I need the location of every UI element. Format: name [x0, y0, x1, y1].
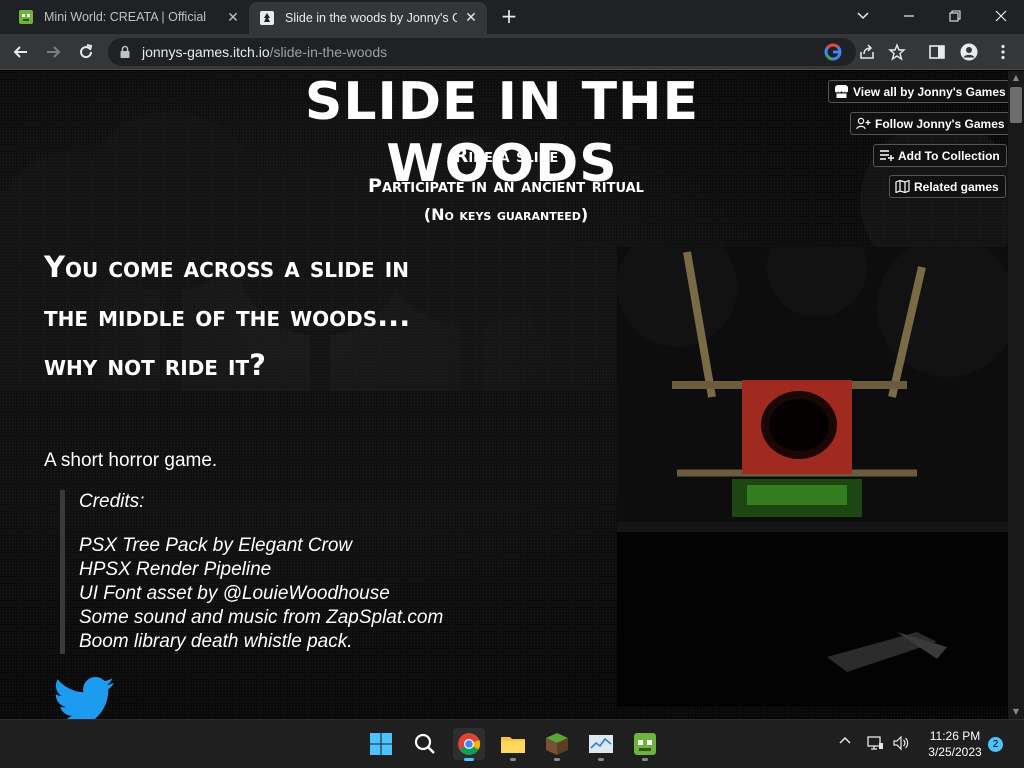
folder-icon [501, 737, 525, 753]
system-clock[interactable]: 11:26 PM 3/25/2023 [918, 728, 992, 760]
side-panel-icon[interactable] [928, 43, 946, 61]
credit-item: PSX Tree Pack by Elegant Crow [79, 535, 353, 556]
tab-slide-in-the-woods[interactable]: Slide in the woods by Jonny's Games ✕ [249, 2, 487, 34]
url-path: /slide-in-the-woods [269, 44, 388, 60]
credit-item: Boom library death whistle pack. [79, 631, 353, 652]
tagline-keys: (No keys guaranteed) [423, 205, 589, 224]
close-tab-icon[interactable]: ✕ [463, 9, 479, 25]
new-tab-button[interactable]: + [498, 5, 520, 27]
tab-search-chevron-icon[interactable] [840, 0, 886, 34]
follow-button[interactable]: Follow Jonny's Games [850, 112, 1008, 135]
kebab-menu-icon[interactable] [994, 43, 1012, 61]
share-icon[interactable] [858, 43, 876, 61]
url-text[interactable]: jonnys-games.itch.io/slide-in-the-woods [142, 44, 387, 60]
twitter-icon[interactable] [54, 677, 116, 719]
add-user-icon [856, 117, 871, 130]
scrollbar-thumb[interactable] [1010, 87, 1022, 123]
chrome-icon [458, 733, 481, 755]
page-viewport: SLIDE IN THE WOODS Ride a slide Particip… [0, 71, 1008, 719]
chrome-taskbar-app[interactable] [453, 728, 485, 761]
game-favicon-icon [260, 11, 274, 25]
minecraft-taskbar-app[interactable] [541, 728, 573, 761]
tab-mini-world[interactable]: Mini World: CREATA | Official ✕ [0, 0, 249, 34]
credits-heading: Credits: [79, 491, 145, 512]
tab-title: Mini World: CREATA | Official [44, 10, 207, 24]
tab-title: Slide in the woods by Jonny's Games [285, 11, 457, 25]
lock-icon[interactable] [118, 45, 132, 59]
monitor-taskbar-app[interactable] [585, 728, 617, 761]
reload-button[interactable] [73, 39, 99, 65]
start-button[interactable] [365, 728, 397, 760]
clock-time: 11:26 PM [929, 729, 981, 743]
running-indicator [598, 758, 604, 761]
forward-button[interactable] [40, 39, 66, 65]
add-to-collection-label: Add To Collection [898, 148, 1000, 163]
follow-label: Follow Jonny's Games [875, 116, 1005, 131]
view-all-label: View all by Jonny's Games [853, 84, 1006, 99]
running-indicator [642, 758, 648, 761]
back-button[interactable] [8, 39, 34, 65]
intro-line: the middle of the woods... [44, 299, 411, 333]
map-icon [895, 180, 910, 193]
restore-button[interactable] [932, 0, 978, 34]
notification-badge[interactable]: 2 [988, 737, 1003, 752]
page-scrollbar[interactable]: ▲ ▼ [1008, 71, 1024, 719]
close-tab-icon[interactable]: ✕ [225, 9, 241, 25]
google-icon[interactable] [824, 43, 842, 61]
clock-date: 3/25/2023 [928, 745, 982, 759]
view-all-button[interactable]: View all by Jonny's Games [828, 80, 1008, 103]
windows-taskbar: 11:26 PM 3/25/2023 2 [0, 719, 1024, 768]
running-indicator [510, 758, 516, 761]
intro-line: You come across a slide in [44, 250, 409, 284]
running-indicator [554, 758, 560, 761]
windows-icon [370, 733, 392, 755]
mini-world-favicon-icon [19, 10, 33, 24]
profile-avatar-icon[interactable] [960, 43, 978, 61]
volume-icon[interactable] [892, 734, 910, 752]
related-games-button[interactable]: Related games [889, 175, 1006, 198]
scroll-down-arrow-icon[interactable]: ▼ [1008, 705, 1024, 719]
short-description: A short horror game. [44, 450, 218, 471]
game-screenshot [617, 247, 1008, 707]
close-window-button[interactable] [978, 0, 1024, 34]
intro-text: You come across a slide in the middle of… [44, 243, 504, 390]
network-icon[interactable] [866, 734, 884, 752]
itchio-icon [835, 85, 848, 98]
credit-item: UI Font asset by @LouieWoodhouse [79, 583, 390, 604]
related-games-label: Related games [914, 179, 999, 194]
search-icon [414, 733, 435, 754]
address-bar[interactable]: jonnys-games.itch.io/slide-in-the-woods [108, 38, 874, 66]
active-indicator [464, 758, 474, 761]
show-hidden-icons-chevron-icon[interactable] [836, 734, 854, 752]
credit-item: HPSX Render Pipeline [79, 559, 272, 580]
scroll-up-arrow-icon[interactable]: ▲ [1008, 71, 1024, 85]
minimize-button[interactable] [886, 0, 932, 34]
tagline-ritual: Participate in an ancient ritual [368, 175, 644, 197]
tab-strip: Mini World: CREATA | Official ✕ Slide in… [0, 0, 1024, 34]
file-explorer-taskbar-app[interactable] [497, 728, 529, 761]
search-button[interactable] [409, 728, 441, 760]
mini-world-icon [634, 733, 656, 755]
browser-toolbar: jonnys-games.itch.io/slide-in-the-woods [0, 34, 1024, 70]
bookmark-star-icon[interactable] [888, 43, 906, 61]
credit-item: Some sound and music from ZapSplat.com [79, 607, 444, 628]
tagline-ride: Ride a slide [453, 145, 559, 167]
url-domain: jonnys-games.itch.io [142, 44, 270, 60]
add-to-collection-button[interactable]: Add To Collection [873, 144, 1007, 167]
chart-window-icon [589, 735, 613, 753]
grass-block-icon [546, 733, 568, 755]
intro-line: why not ride it? [44, 348, 266, 382]
credits-block: Credits: PSX Tree Pack by Elegant Crow H… [60, 490, 443, 654]
playlist-add-icon [880, 150, 894, 161]
mini-world-taskbar-app[interactable] [629, 728, 661, 761]
